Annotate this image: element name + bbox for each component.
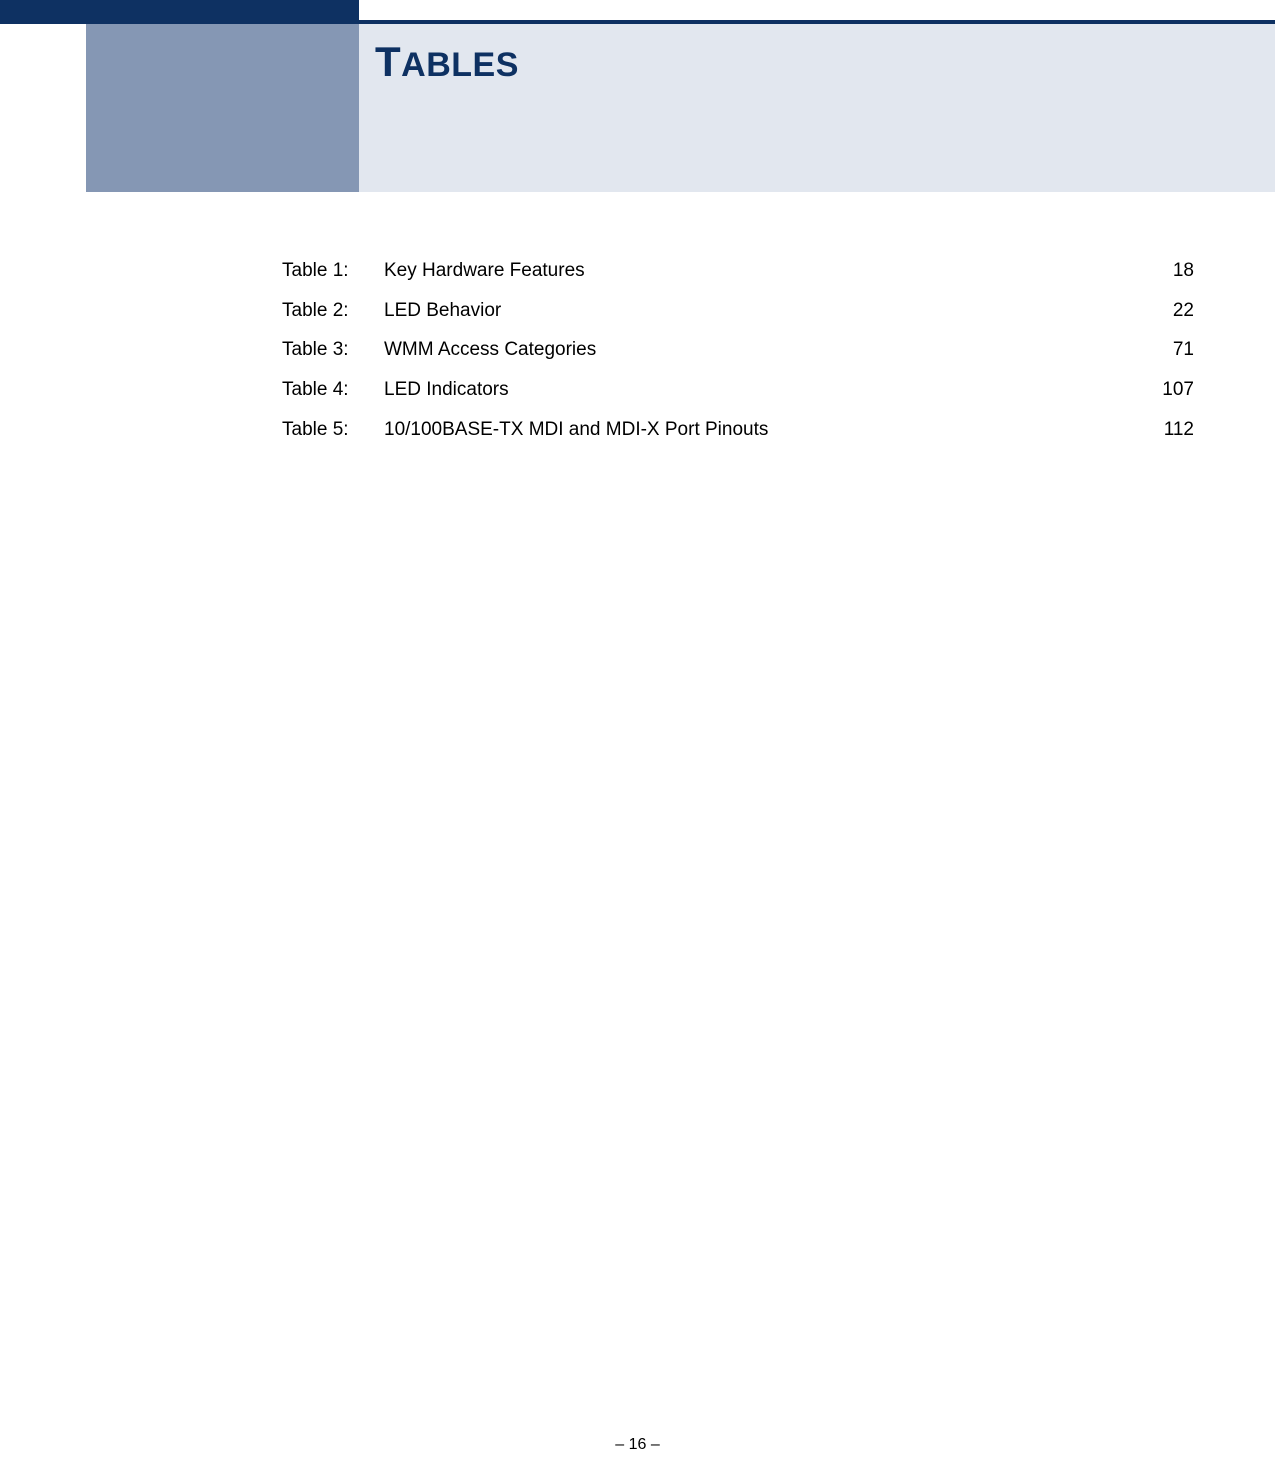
toc-label: Table 3: xyxy=(282,337,384,363)
toc-page: 112 xyxy=(1134,417,1194,443)
header-sidebar-block xyxy=(86,24,359,192)
header-region: TABLES xyxy=(0,0,1275,195)
toc-title: WMM Access Categories xyxy=(384,337,1134,363)
toc-title: Key Hardware Features xyxy=(384,258,1134,284)
page-title: TABLES xyxy=(375,38,1275,86)
page-title-first-letter: T xyxy=(375,38,401,85)
toc-title: LED Indicators xyxy=(384,377,1134,403)
page-title-rest: ABLES xyxy=(401,46,519,84)
toc-title: 10/100BASE-TX MDI and MDI-X Port Pinouts xyxy=(384,417,1134,443)
toc-row: Table 2: LED Behavior 22 xyxy=(282,298,1194,324)
toc-page: 22 xyxy=(1134,298,1194,324)
header-title-block: TABLES xyxy=(359,24,1275,192)
toc-page: 71 xyxy=(1134,337,1194,363)
toc-row: Table 5: 10/100BASE-TX MDI and MDI-X Por… xyxy=(282,417,1194,443)
toc-content: Table 1: Key Hardware Features 18 Table … xyxy=(282,258,1194,456)
toc-row: Table 4: LED Indicators 107 xyxy=(282,377,1194,403)
toc-row: Table 1: Key Hardware Features 18 xyxy=(282,258,1194,284)
toc-label: Table 2: xyxy=(282,298,384,324)
toc-label: Table 4: xyxy=(282,377,384,403)
toc-title: LED Behavior xyxy=(384,298,1134,324)
page-footer: – 16 – xyxy=(0,1436,1275,1454)
header-dark-bar xyxy=(0,0,359,20)
toc-row: Table 3: WMM Access Categories 71 xyxy=(282,337,1194,363)
toc-page: 18 xyxy=(1134,258,1194,284)
toc-label: Table 5: xyxy=(282,417,384,443)
page-number: – 16 – xyxy=(615,1436,659,1453)
toc-page: 107 xyxy=(1134,377,1194,403)
toc-label: Table 1: xyxy=(282,258,384,284)
